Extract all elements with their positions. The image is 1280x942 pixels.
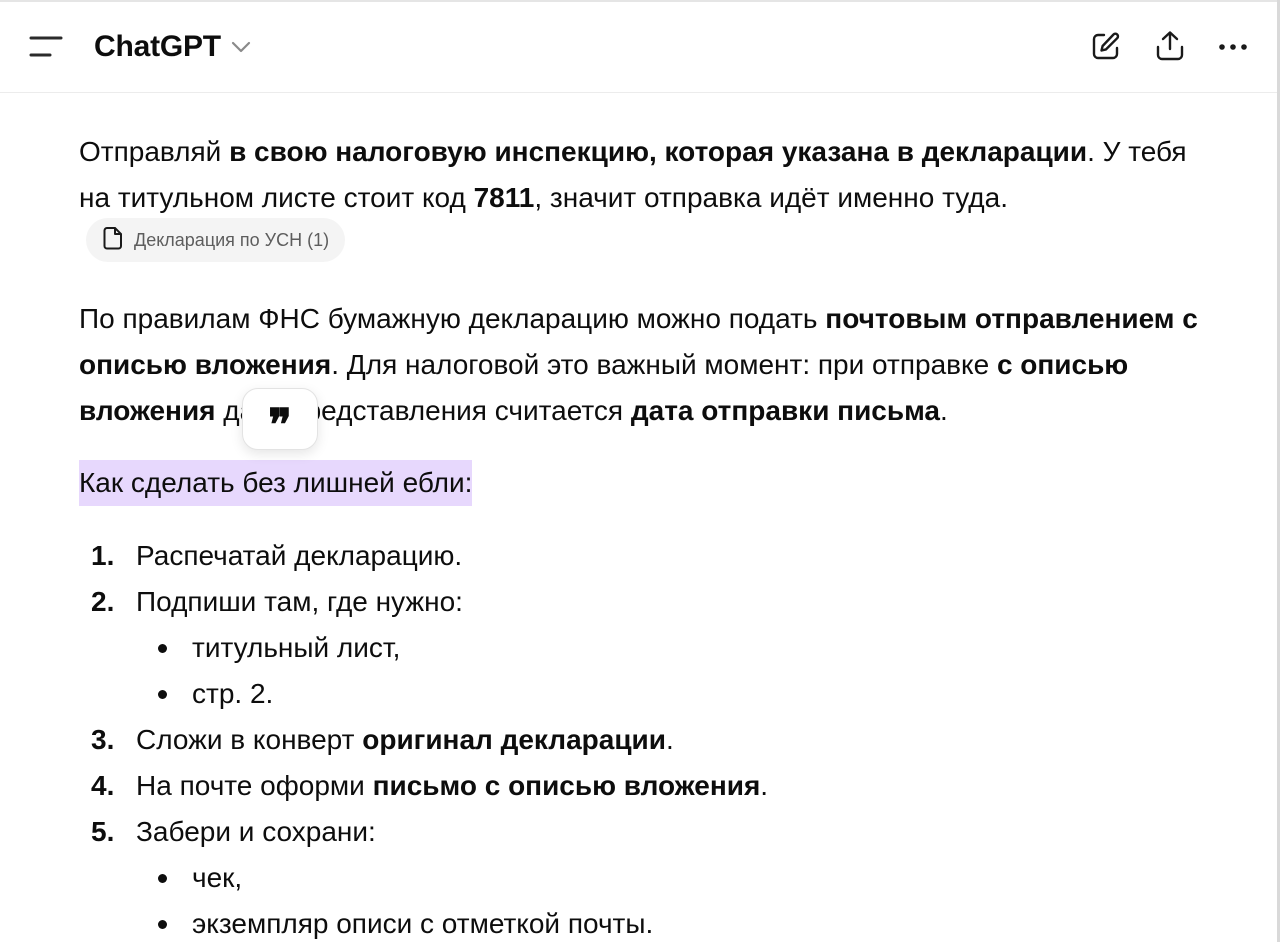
- sub-list-item: стр. 2.: [136, 671, 1219, 717]
- quote-icon: ❞: [268, 400, 292, 451]
- quote-selection-button[interactable]: ❞: [242, 388, 318, 450]
- sub-list-item: чек,: [136, 855, 1219, 901]
- top-bar: ChatGPT: [0, 0, 1280, 93]
- compose-icon: [1091, 31, 1121, 66]
- paragraph-howto: Как сделать без лишней ебли:: [79, 460, 473, 506]
- paragraph-recipient: Отправляй в свою налоговую инспекцию, ко…: [79, 136, 1187, 213]
- more-horizontal-icon: [1218, 39, 1248, 57]
- sub-list: титульный лист, стр. 2.: [136, 625, 1219, 717]
- list-item: 4. На почте оформи письмо с описью вложе…: [91, 770, 769, 801]
- model-selector[interactable]: ChatGPT: [94, 26, 251, 68]
- list-item: 1. Распечатай декларацию.: [91, 540, 463, 571]
- sidebar-menu-icon: [24, 28, 68, 66]
- sub-list-item: титульный лист,: [136, 625, 1219, 671]
- sub-list: чек, экземпляр описи с отметкой почты.: [136, 855, 1219, 942]
- top-border: [0, 0, 1280, 2]
- source-citation-chip[interactable]: Декларация по УСН (1): [86, 218, 346, 262]
- list-item: 5. Забери и сохрани: чек, экземпляр опис…: [79, 809, 1219, 942]
- steps-list: 1. Распечатай декларацию. 2. Подпиши там…: [79, 533, 1219, 942]
- selected-text-highlight[interactable]: Как сделать без лишней ебли:: [79, 460, 473, 506]
- document-icon: [102, 226, 124, 254]
- new-chat-button[interactable]: [1084, 26, 1128, 70]
- sidebar-menu-button[interactable]: [24, 28, 68, 66]
- chevron-down-icon: [231, 36, 251, 59]
- more-options-button[interactable]: [1211, 26, 1255, 70]
- source-chip-label: Декларация по УСН (1): [134, 230, 330, 250]
- list-item: 3. Сложи в конверт оригинал декларации.: [91, 724, 674, 755]
- list-item: 2. Подпиши там, где нужно: титульный лис…: [79, 579, 1219, 717]
- sub-list-item: экземпляр описи с отметкой почты.: [136, 901, 1219, 942]
- share-icon: [1155, 30, 1185, 67]
- share-button[interactable]: [1148, 26, 1192, 70]
- app-title: ChatGPT: [94, 30, 221, 63]
